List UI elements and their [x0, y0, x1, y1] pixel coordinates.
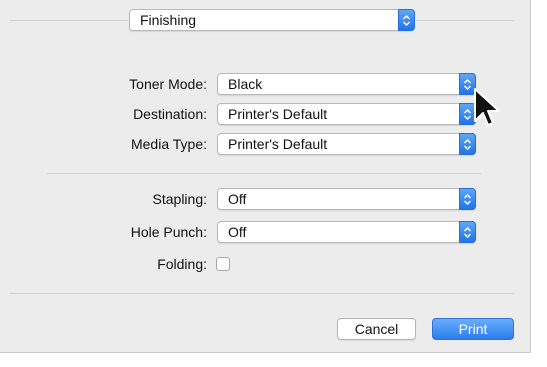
- stapling-popup[interactable]: Off: [217, 188, 476, 210]
- media-type-stepper-icon: [459, 133, 476, 155]
- destination-label: Destination:: [133, 106, 207, 122]
- bottom-divider: [10, 293, 514, 294]
- media-type-value: Printer's Default: [228, 136, 328, 152]
- cancel-button[interactable]: Cancel: [337, 318, 416, 340]
- panel-stepper-icon: [398, 9, 415, 31]
- stapling-value: Off: [228, 191, 247, 207]
- arrow-cursor-icon: [474, 88, 500, 126]
- section-divider: [47, 173, 481, 174]
- divider-top-left: [10, 20, 128, 21]
- hole-punch-popup[interactable]: Off: [217, 221, 476, 243]
- divider-top-right: [416, 20, 514, 21]
- folding-label: Folding:: [157, 256, 207, 272]
- hole-punch-label: Hole Punch:: [130, 224, 207, 240]
- toner-mode-label: Toner Mode:: [129, 76, 207, 92]
- stapling-label: Stapling:: [152, 191, 207, 207]
- hole-punch-value: Off: [228, 224, 247, 240]
- print-button[interactable]: Print: [432, 318, 514, 340]
- panel-selector-value: Finishing: [140, 12, 197, 28]
- media-type-label: Media Type:: [130, 136, 207, 152]
- toner-mode-popup[interactable]: Black: [217, 73, 476, 95]
- hole-punch-stepper-icon: [459, 221, 476, 243]
- destination-value: Printer's Default: [228, 106, 328, 122]
- stapling-stepper-icon: [459, 188, 476, 210]
- destination-popup[interactable]: Printer's Default: [217, 103, 476, 125]
- media-type-popup[interactable]: Printer's Default: [217, 133, 476, 155]
- panel-selector[interactable]: Finishing: [129, 9, 415, 31]
- print-dialog: Finishing Toner Mode: Black Destination:…: [0, 0, 531, 353]
- folding-checkbox[interactable]: [216, 257, 230, 271]
- toner-mode-value: Black: [228, 76, 263, 92]
